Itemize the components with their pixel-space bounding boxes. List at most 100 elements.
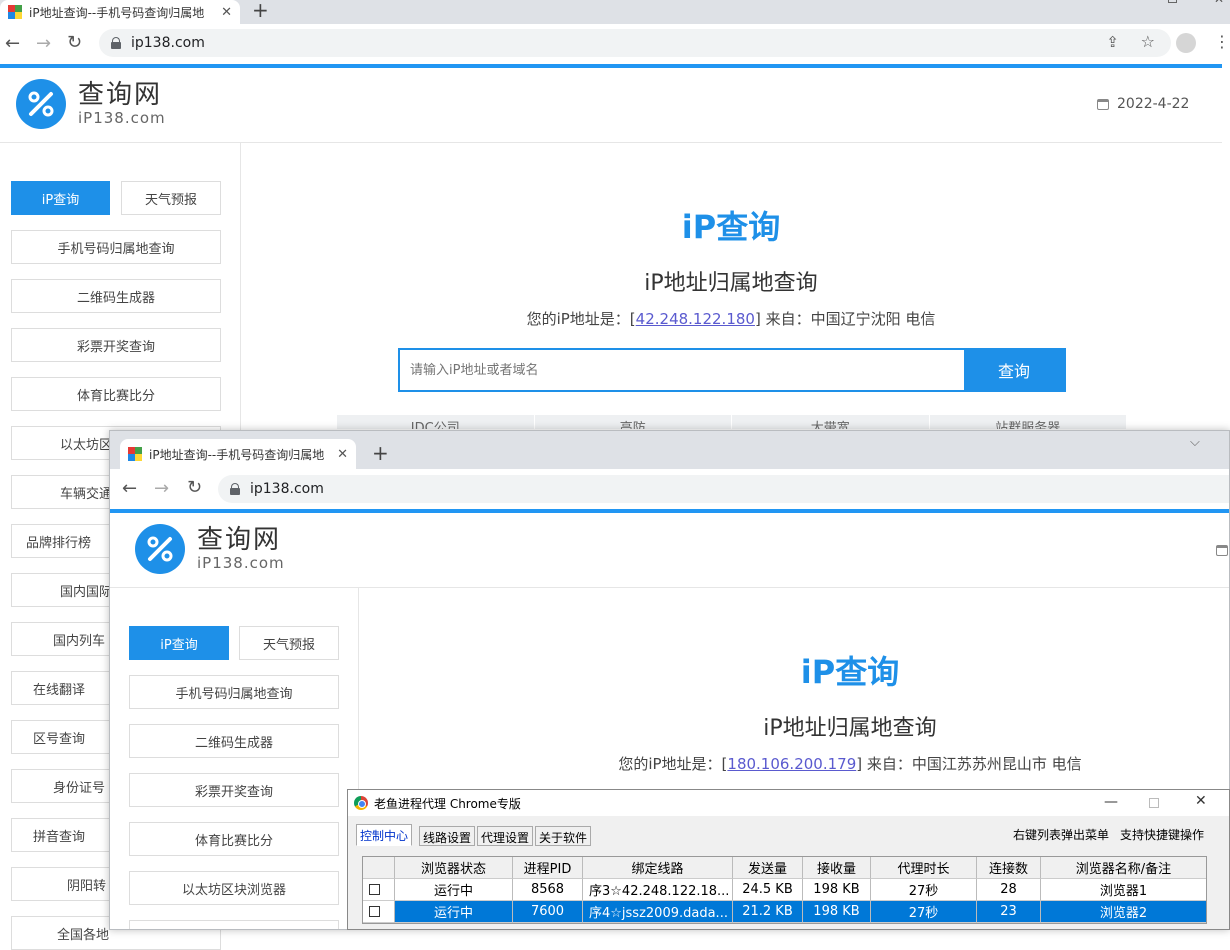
new-tab-icon[interactable]: +	[372, 441, 389, 465]
sidebar-item-sports[interactable]: 体育比赛比分	[129, 822, 339, 856]
maximize-icon[interactable]	[1149, 798, 1159, 808]
back-icon[interactable]: ←	[5, 33, 20, 54]
lock-icon	[111, 37, 121, 49]
tab-search-chevron-icon[interactable]: ⌵	[1190, 435, 1200, 450]
sidebar-item-qrcode[interactable]: 二维码生成器	[129, 724, 339, 758]
ip-info-line: 您的iP地址是：[42.248.122.180] 来自：中国辽宁沈阳 电信	[431, 308, 1031, 329]
share-icon[interactable]: ⇪	[1106, 33, 1119, 51]
chrome-icon	[354, 796, 368, 810]
category-tabs: IDC公司 高防 大带宽 站群服务器	[337, 415, 1127, 429]
cell-sent: 24.5 KB	[733, 879, 803, 901]
category-tab[interactable]: 大带宽	[732, 415, 930, 429]
sidebar-item-weather[interactable]: 天气预报	[239, 626, 339, 660]
sidebar-item-ethereum[interactable]: 以太坊区块浏览器	[129, 871, 339, 905]
search-button[interactable]: 查询	[964, 350, 1064, 390]
tab-control-center[interactable]: 控制中心	[356, 824, 413, 846]
cell-received: 198 KB	[803, 901, 871, 923]
address-bar-row: ← → ↻ ip138.com ⇪ ☆ ⋮	[0, 24, 1230, 64]
tab-proxy-settings[interactable]: 代理设置	[477, 826, 534, 846]
cell-status: 运行中	[395, 879, 513, 901]
minimize-icon[interactable]: —	[1075, 0, 1085, 5]
tab-route-settings[interactable]: 线路设置	[419, 826, 476, 846]
bookmark-star-icon[interactable]: ☆	[1141, 32, 1155, 51]
close-window-icon[interactable]: ✕	[1214, 0, 1224, 6]
omnibox[interactable]: ip138.com	[218, 475, 1229, 503]
category-tab[interactable]: 站群服务器	[929, 415, 1127, 429]
tab-strip: iP地址查询--手机号码查询归属地 ✕ + ⌵	[110, 431, 1229, 469]
close-tab-icon[interactable]: ✕	[337, 447, 348, 462]
ip-prefix: 您的iP地址是：[	[618, 755, 728, 773]
cell-browser-name: 浏览器1	[1041, 879, 1206, 901]
logo-name: 查询网	[78, 80, 163, 110]
sidebar-item-qrcode[interactable]: 二维码生成器	[11, 279, 221, 313]
cell-status: 运行中	[395, 901, 513, 923]
site-top-bar	[0, 64, 1222, 68]
site-logo[interactable]: 查询网 iP138.com	[135, 524, 285, 574]
sidebar-item-ip-query[interactable]: iP查询	[129, 626, 229, 660]
sidebar-item-weather[interactable]: 天气预报	[121, 181, 221, 215]
close-window-icon[interactable]: ✕	[1195, 793, 1207, 809]
close-tab-icon[interactable]: ✕	[221, 5, 232, 20]
new-tab-icon[interactable]: +	[252, 0, 269, 22]
back-icon[interactable]: ←	[122, 478, 137, 499]
row-checkbox[interactable]	[363, 879, 395, 901]
forward-icon[interactable]: →	[36, 33, 51, 54]
sidebar-item-lottery[interactable]: 彩票开奖查询	[129, 773, 339, 807]
forward-icon[interactable]: →	[154, 478, 169, 499]
ip-search-input[interactable]	[400, 350, 964, 390]
cell-duration: 27秒	[871, 879, 977, 901]
cell-received: 198 KB	[803, 879, 871, 901]
ip-address-link[interactable]: 180.106.200.179	[727, 755, 856, 773]
url-text: ip138.com	[250, 481, 324, 497]
column-header[interactable]: 进程PID	[513, 857, 583, 879]
column-header[interactable]: 绑定线路	[583, 857, 733, 879]
dialog-titlebar: 老鱼进程代理 Chrome专版 — ✕	[348, 790, 1229, 816]
tab-about[interactable]: 关于软件	[535, 826, 592, 846]
menu-kebab-icon[interactable]: ⋮	[1214, 32, 1230, 51]
category-tab[interactable]: IDC公司	[337, 415, 535, 429]
site-logo[interactable]: 查询网 iP138.com	[16, 79, 166, 129]
sidebar-item-phone-lookup[interactable]: 手机号码归属地查询	[11, 230, 221, 264]
column-header[interactable]: 浏览器名称/备注	[1041, 857, 1206, 879]
browser-tab[interactable]: iP地址查询--手机号码查询归属地 ✕	[0, 0, 240, 24]
ip-address-link[interactable]: 42.248.122.180	[636, 310, 755, 328]
calendar-icon	[1097, 98, 1109, 110]
tab-title: iP地址查询--手机号码查询归属地	[149, 447, 325, 462]
column-header[interactable]: 浏览器状态	[395, 857, 513, 879]
cell-route: 序3☆42.248.122.18...	[583, 879, 733, 901]
row-checkbox[interactable]	[363, 901, 395, 923]
cell-connections: 28	[977, 879, 1041, 901]
column-header[interactable]: 连接数	[977, 857, 1041, 879]
maximize-icon[interactable]	[1168, 0, 1177, 3]
omnibox[interactable]: ip138.com ⇪ ☆	[99, 29, 1171, 57]
sidebar-item-sports[interactable]: 体育比赛比分	[11, 377, 221, 411]
cell-connections: 23	[977, 901, 1041, 923]
minimize-icon[interactable]: —	[1104, 794, 1118, 810]
column-header[interactable]: 发送量	[733, 857, 803, 879]
sidebar-item-ip-query[interactable]: iP查询	[11, 181, 110, 215]
category-tab[interactable]: 高防	[534, 415, 732, 429]
sidebar-item-lottery[interactable]: 彩票开奖查询	[11, 328, 221, 362]
reload-icon[interactable]: ↻	[67, 32, 82, 53]
ip-prefix: 您的iP地址是：[	[526, 310, 636, 328]
calendar-icon	[1216, 545, 1228, 556]
sidebar-item-phone-lookup[interactable]: 手机号码归属地查询	[129, 675, 339, 709]
cell-pid: 8568	[513, 879, 583, 901]
table-row-selected[interactable]: 运行中 7600 序4☆jssz2009.dada... 21.2 KB 198…	[363, 901, 1206, 923]
reload-icon[interactable]: ↻	[187, 477, 202, 498]
lock-icon	[230, 483, 240, 495]
wrench-tools-icon	[135, 524, 185, 574]
sidebar-item-next[interactable]	[129, 920, 339, 929]
cell-sent: 21.2 KB	[733, 901, 803, 923]
column-header[interactable]: 接收量	[803, 857, 871, 879]
column-header[interactable]: 代理时长	[871, 857, 977, 879]
ip-info-line: 您的iP地址是：[180.106.200.179] 来自：中国江苏苏州昆山市 电…	[500, 753, 1200, 774]
checkbox-icon[interactable]	[369, 884, 380, 895]
table-row[interactable]: 运行中 8568 序3☆42.248.122.18... 24.5 KB 198…	[363, 879, 1206, 901]
address-bar-row: ← → ↻ ip138.com	[110, 469, 1229, 509]
profile-avatar-icon[interactable]	[1176, 33, 1196, 53]
checkbox-icon[interactable]	[369, 906, 380, 917]
browser-tab[interactable]: iP地址查询--手机号码查询归属地 ✕	[120, 439, 356, 469]
ip-from-label: 来自：	[760, 310, 811, 328]
browser-process-table: 浏览器状态 进程PID 绑定线路 发送量 接收量 代理时长 连接数 浏览器名称/…	[362, 856, 1207, 924]
